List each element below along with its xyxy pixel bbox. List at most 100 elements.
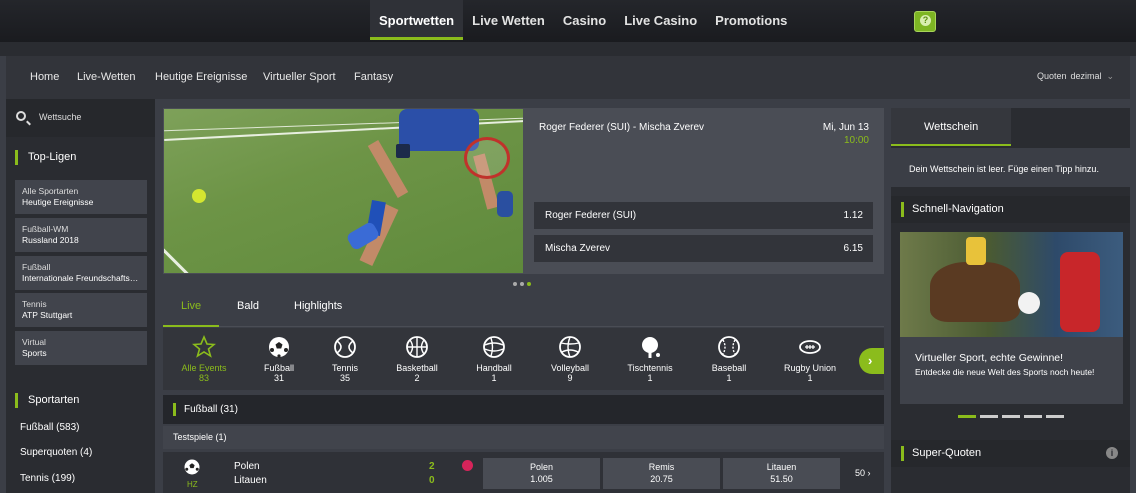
promo-carousel-dots[interactable] (958, 415, 1064, 418)
odds-value: 20.75 (650, 474, 673, 484)
odds-name: Roger Federer (SUI) (545, 210, 637, 221)
odds-value: 1.12 (843, 210, 863, 221)
odds-label: Litauen (766, 462, 797, 472)
super-quoten-title: Super-Quoten (901, 446, 981, 461)
more-markets-link[interactable]: 50 › (855, 468, 871, 478)
search-box[interactable]: Wettsuche (6, 99, 155, 137)
sport-count: 2 (414, 373, 420, 383)
main-nav-live-wetten[interactable]: Live-Wetten (77, 71, 136, 83)
league-item[interactable]: Fußball Internationale Freundschaftsspiel… (15, 256, 147, 290)
featured-match-time: 10:00 (843, 135, 869, 146)
sport-count: 1 (491, 373, 497, 383)
odds-format-select[interactable]: Quoten dezimal ⌄ (1037, 71, 1114, 82)
league-item[interactable]: Virtual Sports (15, 331, 147, 365)
sport-name: Alle Events (181, 363, 227, 373)
odds-button-away[interactable]: Litauen 51.50 (723, 458, 840, 489)
help-icon: ? (920, 15, 931, 26)
featured-odds-button[interactable]: Mischa Zverev 6.15 (534, 235, 873, 262)
soccer-ball-icon (184, 459, 200, 475)
schnell-navigation-header: Schnell-Navigation (891, 196, 1130, 223)
sport-count: 1 (647, 373, 653, 383)
score-home: 2 (429, 461, 435, 472)
promo-image (900, 232, 1123, 337)
main-nav-fantasy[interactable]: Fantasy (354, 71, 393, 83)
league-sport: Alle Sportarten (22, 186, 79, 196)
tab-bald[interactable]: Bald (237, 300, 259, 312)
carousel-dots[interactable] (513, 282, 531, 286)
tab-wettschein[interactable]: Wettschein (891, 108, 1011, 146)
featured-match-date: Mi, Jun 13 (822, 122, 869, 133)
search-icon (16, 111, 26, 121)
sport-name: Tennis (331, 363, 358, 373)
soccer-ball-icon (269, 337, 289, 358)
sport-item[interactable]: Tennis (199) (20, 473, 75, 484)
score-away: 0 (429, 475, 435, 486)
tab-live[interactable]: Live (181, 300, 201, 312)
odds-format-value: dezimal (1070, 71, 1102, 81)
odds-value: 51.50 (770, 474, 793, 484)
featured-odds-button[interactable]: Roger Federer (SUI) 1.12 (534, 202, 873, 229)
wettschein-empty: Dein Wettschein ist leer. Füge einen Tip… (891, 148, 1130, 187)
league-name: Sports (22, 348, 47, 358)
league-item[interactable]: Tennis ATP Stuttgart (15, 293, 147, 327)
top-ligen-title: Top-Ligen (15, 150, 76, 165)
sport-filter-handball[interactable]: Handball 1 (454, 335, 534, 383)
tab-highlights[interactable]: Highlights (294, 300, 342, 312)
sportarten-title: Sportarten (15, 393, 79, 408)
event-status: HZ (187, 480, 198, 489)
main-nav-heutige-ereignisse[interactable]: Heutige Ereignisse (155, 71, 247, 83)
main-nav: Home Live-Wetten Heutige Ereignisse Virt… (6, 56, 1130, 99)
sport-filter-alle-events[interactable]: Alle Events 83 (164, 335, 244, 383)
promo-description: Entdecke die neue Welt des Sports noch h… (915, 367, 1095, 377)
event-tabs (163, 290, 884, 327)
odds-label: Polen (529, 462, 554, 472)
help-button[interactable]: ? (914, 11, 936, 32)
group-header[interactable]: Fußball (31) (163, 395, 884, 424)
chevron-right-icon: › (868, 353, 873, 368)
top-nav-casino[interactable]: Casino (554, 0, 615, 40)
sport-item[interactable]: Superquoten (4) (20, 447, 92, 458)
tennis-ball-icon (334, 336, 356, 358)
league-sport: Virtual (22, 337, 46, 347)
star-icon (192, 335, 216, 358)
competition-title: Testspiele (1) (173, 432, 227, 442)
odds-button-draw[interactable]: Remis 20.75 (603, 458, 720, 489)
competition-header[interactable]: Testspiele (1) (163, 426, 884, 449)
basketball-icon (406, 336, 428, 358)
table-tennis-icon (642, 337, 660, 358)
main-nav-home[interactable]: Home (30, 71, 59, 83)
main-nav-virtueller-sport[interactable]: Virtueller Sport (263, 71, 336, 83)
featured-match-title: Roger Federer (SUI) - Mischa Zverev (539, 122, 705, 133)
super-quoten-header: Super-Quoten (891, 440, 1130, 467)
odds-button-home[interactable]: Polen 1.005 (483, 458, 600, 489)
top-nav-promotions[interactable]: Promotions (706, 0, 796, 40)
league-item[interactable]: Alle Sportarten Heutige Ereignisse (15, 180, 147, 214)
league-item[interactable]: Fußball-WM Russland 2018 (15, 218, 147, 252)
live-stats-icon[interactable] (462, 460, 473, 471)
rugby-ball-icon (799, 340, 821, 354)
wettschein-empty-text: Dein Wettschein ist leer. Füge einen Tip… (909, 164, 1099, 174)
sport-filter-volleyball[interactable]: Volleyball 9 (530, 335, 610, 383)
odds-name: Mischa Zverev (545, 243, 611, 254)
top-nav-sportwetten[interactable]: Sportwetten (370, 0, 464, 40)
sport-item[interactable]: Fußball (583) (20, 422, 79, 433)
sport-name: Basketball (396, 363, 438, 373)
top-nav-live-wetten[interactable]: Live Wetten (463, 0, 554, 40)
team-away: Litauen (234, 475, 267, 486)
sport-filter-tennis[interactable]: Tennis 35 (305, 335, 385, 383)
chevron-down-icon: ⌄ (1106, 71, 1115, 81)
baseball-icon (718, 336, 740, 358)
sport-filter-baseball[interactable]: Baseball 1 (689, 335, 769, 383)
sport-count: 1 (807, 373, 813, 383)
sports-next-button[interactable]: › (859, 348, 884, 374)
sport-filter-basketball[interactable]: Basketball 2 (377, 335, 457, 383)
top-nav-live-casino[interactable]: Live Casino (615, 0, 706, 40)
sport-filter-tischtennis[interactable]: Tischtennis 1 (610, 335, 690, 383)
league-sport: Fußball-WM (22, 224, 69, 234)
sport-filter-rugby-union[interactable]: Rugby Union 1 (770, 335, 850, 383)
handball-icon (483, 336, 505, 358)
info-icon[interactable]: i (1106, 447, 1118, 459)
volleyball-icon (559, 336, 581, 358)
sport-name: Volleyball (550, 363, 590, 373)
schnell-navigation-title: Schnell-Navigation (901, 202, 1004, 217)
